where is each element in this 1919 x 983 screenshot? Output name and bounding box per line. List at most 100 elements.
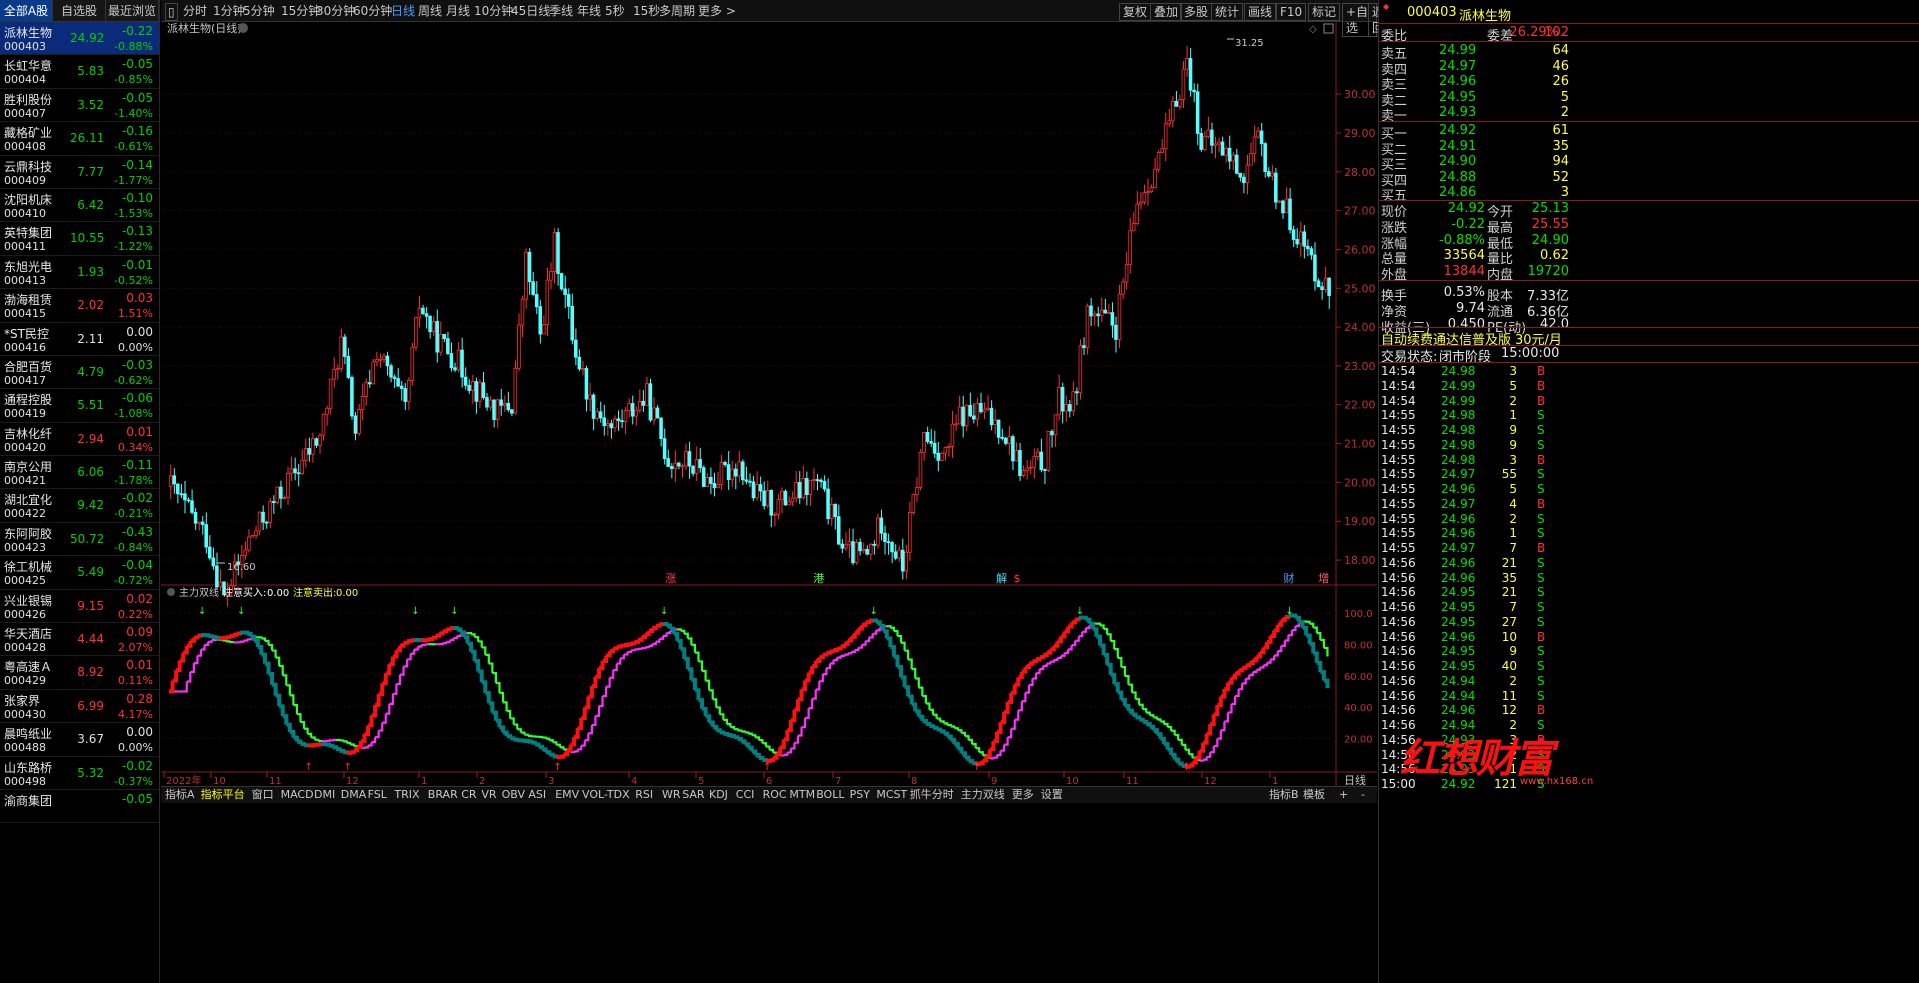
indicator-tab-2[interactable]: 窗口 bbox=[252, 787, 274, 803]
stock-row[interactable]: 渝商集团 -0.05 bbox=[0, 790, 159, 824]
stock-row[interactable]: 湖北宜化 000422 9.42 -0.02 -0.21% bbox=[0, 489, 159, 523]
indicator-tab-0[interactable]: 指标A bbox=[165, 787, 195, 803]
bottom-right-button-1[interactable]: 模板 bbox=[1303, 787, 1325, 803]
indicator-tab-5[interactable]: DMA bbox=[341, 787, 367, 803]
stock-row[interactable]: 粤高速Ａ 000429 8.92 0.01 0.11% bbox=[0, 656, 159, 690]
bottom-right-button-2[interactable]: + bbox=[1339, 787, 1348, 803]
stock-row[interactable]: *ST民控 000416 2.11 0.00 0.00% bbox=[0, 323, 159, 356]
event-marker[interactable]: 涨 bbox=[665, 572, 676, 585]
toolbar-button-5[interactable]: F10 bbox=[1276, 3, 1307, 21]
stock-row[interactable]: 兴业银锡 000426 9.15 0.02 0.22% bbox=[0, 590, 159, 624]
period-16[interactable]: 更多 > bbox=[698, 0, 736, 22]
stock-row[interactable]: 合肥百货 000417 4.79 -0.03 -0.62% bbox=[0, 356, 159, 390]
toolbar-button-6[interactable]: 标记 bbox=[1308, 3, 1341, 21]
stock-row[interactable]: 张家界 000430 6.99 0.28 4.17% bbox=[0, 690, 159, 724]
period-2[interactable]: 5分钟 bbox=[243, 0, 275, 22]
stock-row[interactable]: 通程控股 000419 5.51 -0.06 -1.08% bbox=[0, 389, 159, 423]
indicator-tab-10[interactable]: VR bbox=[481, 787, 496, 803]
indicator-tab-4[interactable]: DMI bbox=[314, 787, 335, 803]
period-4[interactable]: 30分钟 bbox=[316, 0, 355, 22]
indicator-tab-3[interactable]: MACD bbox=[281, 787, 314, 803]
panel-toggle-icon[interactable]: ▯ bbox=[165, 3, 178, 21]
period-7[interactable]: 周线 bbox=[418, 0, 442, 22]
period-8[interactable]: 月线 bbox=[446, 0, 470, 22]
toolbar-button-1[interactable]: 叠加 bbox=[1150, 3, 1183, 21]
indicator-menu-icon[interactable] bbox=[167, 588, 175, 596]
stock-row[interactable]: 派林生物 000403 24.92 -0.22 -0.88% bbox=[0, 22, 159, 56]
indicator-tab-25[interactable]: 抓牛分时 bbox=[910, 787, 954, 803]
indicator-tab-18[interactable]: KDJ bbox=[709, 787, 728, 803]
indicator-tab-16[interactable]: WR bbox=[662, 787, 681, 803]
period-1[interactable]: 1分钟 bbox=[213, 0, 245, 22]
stock-row[interactable]: 英特集团 000411 10.55 -0.13 -1.22% bbox=[0, 222, 159, 256]
period-6[interactable]: 日线 bbox=[391, 0, 415, 22]
indicator-tab-9[interactable]: CR bbox=[461, 787, 476, 803]
indicator-tab-11[interactable]: OBV bbox=[502, 787, 525, 803]
stock-row[interactable]: 东旭光电 000413 1.93 -0.01 -0.52% bbox=[0, 256, 159, 290]
indicator-tab-19[interactable]: CCI bbox=[736, 787, 755, 803]
event-marker[interactable]: 港 bbox=[813, 572, 824, 585]
stock-row[interactable]: 徐工机械 000425 5.49 -0.04 -0.72% bbox=[0, 556, 159, 590]
stock-row[interactable]: 渤海租赁 000415 2.02 0.03 1.51% bbox=[0, 289, 159, 323]
period-0[interactable]: 分时 bbox=[183, 0, 207, 22]
indicator-tab-22[interactable]: BOLL bbox=[816, 787, 844, 803]
period-5[interactable]: 60分钟 bbox=[353, 0, 392, 22]
stock-row[interactable]: 东阿阿胶 000423 50.72 -0.43 -0.84% bbox=[0, 523, 159, 557]
period-11[interactable]: 季线 bbox=[549, 0, 573, 22]
indicator-tab-1[interactable]: 指标平台 bbox=[201, 787, 245, 803]
indicator-tab-20[interactable]: ROC bbox=[763, 787, 787, 803]
price-axis-label: 22.00 bbox=[1344, 399, 1376, 412]
indicator-tab-23[interactable]: PSY bbox=[850, 787, 870, 803]
toolbar-button-0[interactable]: 复权 bbox=[1119, 3, 1152, 21]
toolbar-button-2[interactable]: 多股 bbox=[1180, 3, 1213, 21]
bottom-right-button-3[interactable]: - bbox=[1361, 787, 1365, 803]
stock-change: -0.14 bbox=[121, 157, 153, 172]
period-3[interactable]: 15分钟 bbox=[281, 0, 320, 22]
period-15[interactable]: 多周期 bbox=[659, 0, 695, 22]
stock-row[interactable]: 山东路桥 000498 5.32 -0.02 -0.37% bbox=[0, 757, 159, 790]
toolbar-button-3[interactable]: 统计 bbox=[1211, 3, 1244, 21]
tab-watchlist[interactable]: 自选股 bbox=[53, 0, 106, 21]
stock-row[interactable]: 长虹华意 000404 5.83 -0.05 -0.85% bbox=[0, 55, 159, 89]
indicator-tab-6[interactable]: FSL bbox=[368, 787, 387, 803]
event-marker[interactable]: $ bbox=[1013, 572, 1020, 585]
period-10[interactable]: 45日线 bbox=[511, 0, 550, 22]
price-axis-label: 25.00 bbox=[1344, 282, 1376, 295]
toolbar-button-4[interactable]: 画线 bbox=[1244, 3, 1277, 21]
stock-row[interactable]: 南京公用 000421 6.06 -0.11 -1.78% bbox=[0, 456, 159, 490]
bottom-right-button-0[interactable]: 指标B bbox=[1269, 787, 1299, 803]
indicator-tab-26[interactable]: 主力双线 bbox=[961, 787, 1005, 803]
indicator-tab-8[interactable]: BRAR bbox=[428, 787, 458, 803]
event-marker[interactable]: 财 bbox=[1283, 571, 1294, 585]
tab-recent[interactable]: 最近浏览 bbox=[106, 0, 159, 21]
indicator-tab-7[interactable]: TRIX bbox=[394, 787, 419, 803]
indicator-tab-27[interactable]: 更多 bbox=[1012, 787, 1034, 803]
stock-row[interactable]: 晨鸣纸业 000488 3.67 0.00 0.00% bbox=[0, 723, 159, 757]
indicator-tab-12[interactable]: ASI bbox=[528, 787, 546, 803]
indicator-tab-13[interactable]: EMV bbox=[555, 787, 579, 803]
period-9[interactable]: 10分钟 bbox=[474, 0, 513, 22]
indicator-tab-15[interactable]: RSI bbox=[635, 787, 653, 803]
event-marker[interactable]: 增 bbox=[1318, 571, 1329, 585]
stock-row[interactable]: 华天酒店 000428 4.44 0.09 2.07% bbox=[0, 623, 159, 657]
period-12[interactable]: 年线 bbox=[577, 0, 601, 22]
stock-row[interactable]: 沈阳机床 000410 6.42 -0.10 -1.53% bbox=[0, 189, 159, 223]
period-14[interactable]: 15秒 bbox=[633, 0, 660, 22]
indicator-tab-17[interactable]: SAR bbox=[682, 787, 704, 803]
stock-row[interactable]: 藏格矿业 000408 26.11 -0.16 -0.61% bbox=[0, 122, 159, 156]
kline-chart[interactable]: 派林生物(日线) ◇ 30.00 29.00 28.00 27.00 26.00 25.00 2… bbox=[161, 22, 1377, 808]
period-13[interactable]: 5秒 bbox=[605, 0, 625, 22]
maximize-icon[interactable] bbox=[1323, 23, 1334, 34]
candle bbox=[453, 367, 457, 371]
indicator-tab-21[interactable]: MTM bbox=[789, 787, 815, 803]
stock-row[interactable]: 吉林化纤 000420 2.94 0.01 0.34% bbox=[0, 423, 159, 457]
indicator-tab-28[interactable]: 设置 bbox=[1041, 787, 1063, 803]
indicator-tab-24[interactable]: MCST bbox=[876, 787, 907, 803]
indicator-tab-14[interactable]: VOL-TDX bbox=[582, 787, 630, 803]
stock-row[interactable]: 胜利股份 000407 3.52 -0.05 -1.40% bbox=[0, 89, 159, 123]
chart-menu-icon[interactable] bbox=[238, 23, 248, 33]
tab-all-a-shares[interactable]: 全部A股 bbox=[0, 0, 53, 21]
event-marker[interactable]: 解 bbox=[996, 571, 1007, 585]
stock-row[interactable]: 云鼎科技 000409 7.77 -0.14 -1.77% bbox=[0, 156, 159, 189]
diamond-icon[interactable]: ◇ bbox=[1309, 24, 1317, 35]
